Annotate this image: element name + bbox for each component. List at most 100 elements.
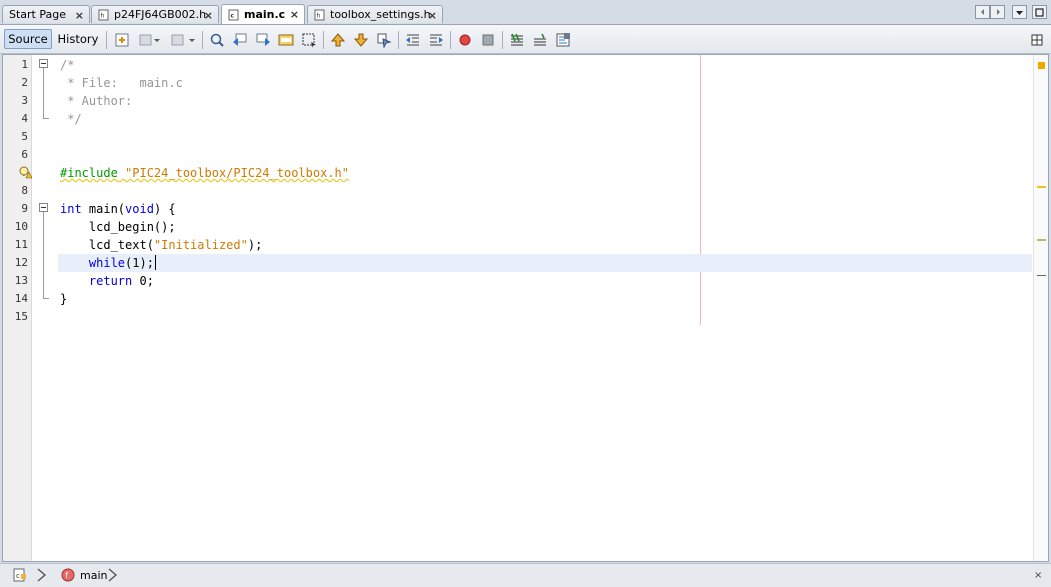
chevron-down-icon (1016, 10, 1023, 15)
tab-main-c[interactable]: c main.c × (221, 4, 305, 24)
scroll-tabs-left-button[interactable] (975, 5, 990, 19)
line-number: 6 (21, 148, 28, 161)
maximize-icon (1035, 7, 1044, 17)
svg-text:c: c (16, 572, 20, 580)
tab-label: Start Page (9, 8, 66, 21)
fold-guide (43, 212, 44, 298)
function-icon: f (61, 568, 75, 582)
stop-macro-recording-icon[interactable] (479, 31, 497, 49)
caret-position-mark (1037, 275, 1046, 276)
source-view-button[interactable]: Source (4, 29, 52, 49)
code-area[interactable]: /* * File: main.c * Author: */ #include "… (58, 55, 1032, 561)
text-caret (154, 255, 156, 270)
tab-start-page[interactable]: Start Page × (2, 5, 90, 23)
comment-icon[interactable] (508, 31, 526, 49)
code-line[interactable]: } (60, 290, 67, 308)
close-icon[interactable]: × (75, 9, 84, 22)
code-line[interactable]: #include "PIC24_toolbox/PIC24_toolbox.h" (60, 164, 349, 182)
fold-comment-toggle[interactable] (39, 59, 48, 68)
toolbar-separator (502, 31, 503, 49)
svg-text:c: c (231, 12, 235, 19)
error-stripe[interactable] (1033, 55, 1048, 561)
code-line[interactable]: * File: main.c (60, 74, 183, 92)
current-line-mark[interactable] (1037, 239, 1046, 241)
show-opened-documents-button[interactable] (1012, 5, 1027, 19)
line-number: 13 (14, 274, 28, 287)
fold-guide-end (43, 118, 49, 119)
close-icon[interactable]: × (290, 8, 299, 21)
fold-function-toggle[interactable] (39, 203, 48, 212)
file-icon[interactable]: c (12, 567, 28, 583)
svg-text:h: h (101, 12, 105, 19)
editor-tab-bar: Start Page × h p24FJ64GB002.h × c main.c… (0, 0, 1051, 24)
back-dropdown-icon[interactable] (152, 31, 162, 49)
navigation-breadcrumb-bar: c f main × (0, 563, 1051, 587)
scroll-tabs-right-button[interactable] (990, 5, 1005, 19)
breadcrumb-label: main (80, 568, 108, 582)
toolbar-separator (106, 31, 107, 49)
breadcrumb-function-main[interactable]: f main (61, 567, 107, 583)
chevron-right-icon (996, 9, 1000, 15)
toolbar-separator (398, 31, 399, 49)
find-previous-icon[interactable] (231, 31, 249, 49)
line-number: 5 (21, 130, 28, 143)
close-icon[interactable]: × (1034, 567, 1042, 583)
chevron-left-icon (980, 9, 984, 15)
maximize-window-button[interactable] (1032, 5, 1047, 19)
toggle-highlight-search-icon[interactable] (277, 31, 295, 49)
code-line[interactable]: return 0; (60, 272, 154, 290)
tab-label: p24FJ64GB002.h (114, 8, 207, 21)
toggle-rectangular-selection-icon[interactable] (300, 31, 318, 49)
line-number: 15 (14, 310, 28, 323)
c-file-icon: c (228, 9, 239, 20)
code-line[interactable]: while(1); (60, 254, 154, 272)
code-line[interactable]: lcd_begin(); (60, 218, 176, 236)
fold-guide (43, 68, 44, 118)
chevron-right-icon (36, 567, 48, 583)
code-folding-column (31, 55, 57, 561)
toolbar-separator (202, 31, 203, 49)
toggle-bookmark-icon[interactable] (375, 31, 393, 49)
start-macro-recording-icon[interactable] (456, 31, 474, 49)
shift-line-right-icon[interactable] (427, 31, 445, 49)
warning-mark[interactable] (1037, 186, 1046, 188)
header-file-icon: h (314, 9, 325, 20)
current-line-highlight (58, 254, 1032, 272)
line-number: 4 (21, 112, 28, 125)
toolbar-separator (450, 31, 451, 49)
tab-p24fj64gb002-h[interactable]: h p24FJ64GB002.h × (91, 5, 219, 23)
code-line[interactable]: lcd_text("Initialized"); (60, 236, 262, 254)
forward-dropdown-icon[interactable] (187, 31, 197, 49)
line-number: 11 (14, 238, 28, 251)
tab-toolbox-settings-h[interactable]: h toolbox_settings.h × (307, 5, 443, 23)
fold-guide-end (43, 298, 49, 299)
history-view-button[interactable]: History (55, 29, 101, 49)
line-number: 8 (21, 184, 28, 197)
warning-summary-mark[interactable] (1038, 62, 1045, 69)
close-icon[interactable]: × (428, 9, 437, 22)
code-line[interactable]: int main(void) { (60, 200, 176, 218)
uncomment-icon[interactable] (531, 31, 549, 49)
line-number: 1 (21, 58, 28, 71)
split-editor-icon[interactable] (1028, 31, 1046, 49)
header-file-icon: h (98, 9, 109, 20)
format-code-icon[interactable] (554, 31, 572, 49)
find-icon[interactable] (208, 31, 226, 49)
code-editor[interactable]: 123456789101112131415 /* * File: main.c … (2, 54, 1049, 562)
shift-line-left-icon[interactable] (404, 31, 422, 49)
find-next-icon[interactable] (254, 31, 272, 49)
line-number: 3 (21, 94, 28, 107)
svg-text:f: f (65, 571, 68, 580)
tab-label: toolbox_settings.h (330, 8, 431, 21)
code-line[interactable]: /* (60, 56, 74, 74)
editor-toolbar: Source History (0, 24, 1051, 54)
previous-bookmark-icon[interactable] (329, 31, 347, 49)
line-number: 12 (14, 256, 28, 269)
line-number: 14 (14, 292, 28, 305)
last-edit-icon[interactable] (113, 31, 131, 49)
next-bookmark-icon[interactable] (352, 31, 370, 49)
code-line[interactable]: */ (60, 110, 81, 128)
forward-icon[interactable] (169, 31, 187, 49)
code-line[interactable]: * Author: (60, 92, 132, 110)
close-icon[interactable]: × (204, 9, 213, 22)
